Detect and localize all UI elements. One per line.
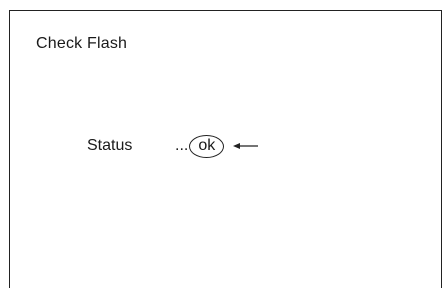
status-leader-dots: ... [175, 137, 189, 154]
left-arrow-icon [233, 141, 259, 151]
page-title: Check Flash [36, 35, 128, 52]
status-label: Status [87, 137, 133, 154]
status-row: Status ... ok [87, 131, 259, 161]
status-value-badge: ok [189, 134, 225, 158]
